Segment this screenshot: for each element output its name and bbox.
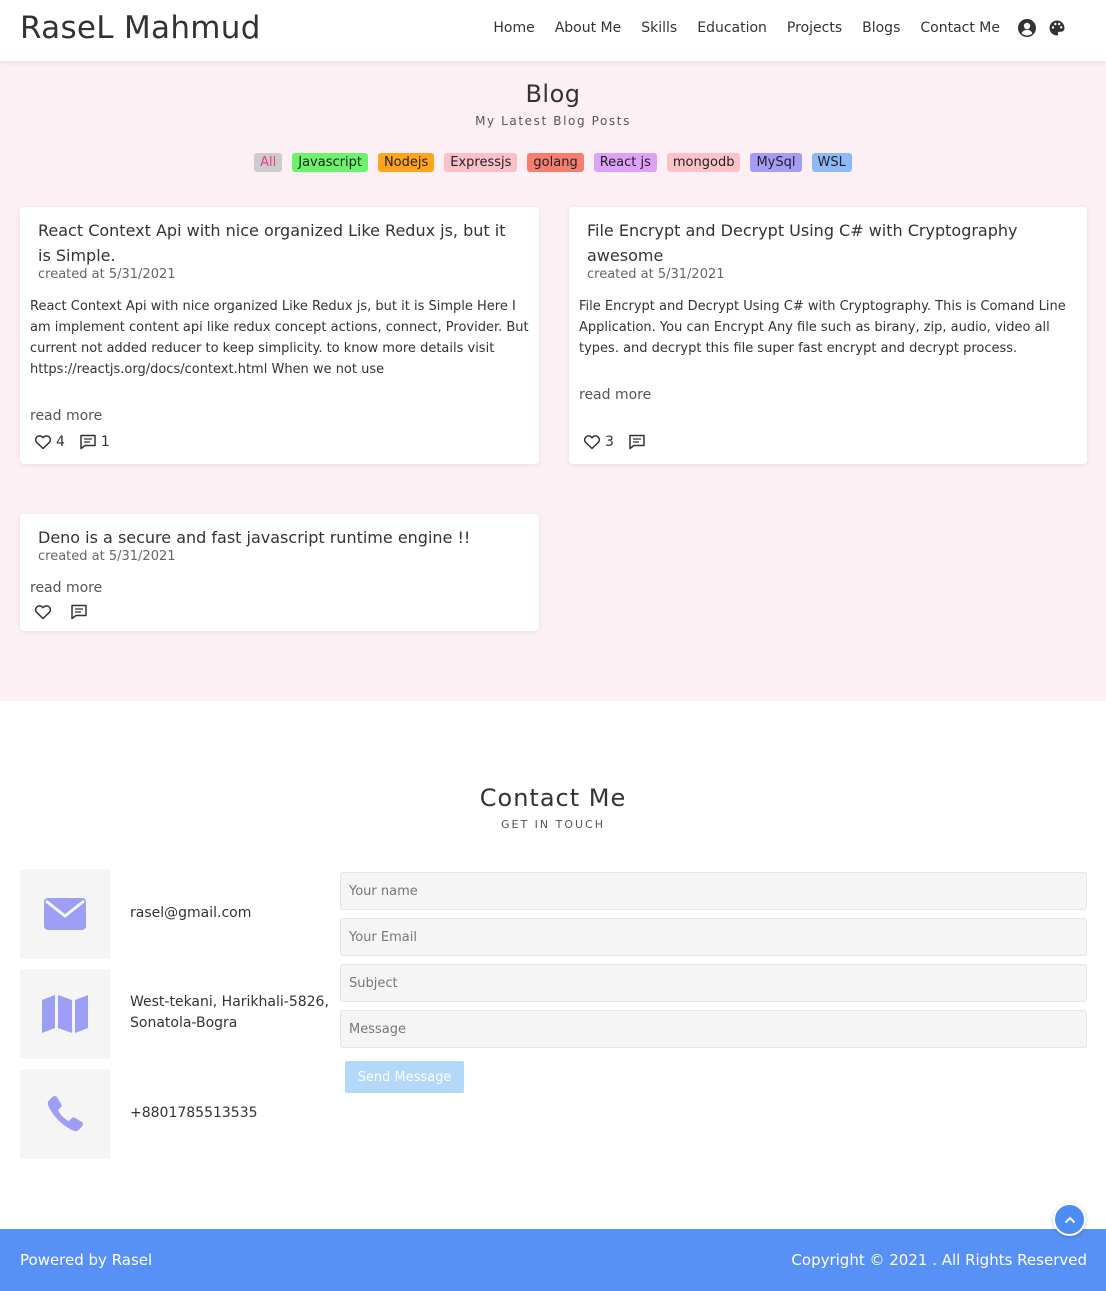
- site-footer: Powered by Rasel Copyright © 2021 . All …: [0, 1229, 1106, 1291]
- blog-subtitle: My Latest Blog Posts: [475, 114, 631, 128]
- nav-about[interactable]: About Me: [555, 20, 622, 36]
- read-more-link[interactable]: read more: [30, 408, 102, 424]
- blog-card-excerpt: React Context Api with nice organized Li…: [30, 299, 529, 377]
- user-circle-icon[interactable]: [1018, 19, 1036, 37]
- nav-skills[interactable]: Skills: [641, 20, 677, 36]
- nav-contact[interactable]: Contact Me: [920, 20, 1000, 36]
- footer-credit: Powered by Rasel: [20, 1251, 153, 1269]
- nav-education[interactable]: Education: [697, 20, 767, 36]
- heart-icon: [583, 435, 601, 450]
- palette-icon[interactable]: [1048, 19, 1066, 37]
- tag-filter[interactable]: MySql: [750, 153, 802, 172]
- like-button[interactable]: 4: [34, 434, 65, 450]
- nav-home[interactable]: Home: [493, 20, 534, 36]
- contact-title: Contact Me: [479, 784, 627, 812]
- blog-card-stats: [34, 604, 106, 620]
- site-header: RaseL Mahmud Home About Me Skills Educat…: [0, 0, 1106, 61]
- envelope-icon: [44, 898, 86, 930]
- main-nav: Home About Me Skills Education Projects …: [473, 19, 1066, 37]
- message-input[interactable]: [340, 1010, 1087, 1048]
- tag-filter[interactable]: All: [254, 153, 283, 172]
- contact-address: West-tekani, Harikhali-5826, Sonatola-Bo…: [130, 994, 329, 1031]
- blog-card: Deno is a secure and fast javascript run…: [20, 514, 539, 631]
- email-input[interactable]: [340, 918, 1087, 956]
- like-button[interactable]: [34, 604, 56, 620]
- blog-card-excerpt: File Encrypt and Decrypt Using C# with C…: [579, 299, 1066, 356]
- blog-card-title[interactable]: Deno is a secure and fast javascript run…: [38, 525, 519, 550]
- blog-section: Blog My Latest Blog Posts All Javascript…: [0, 61, 1106, 701]
- phone-icon: [47, 1096, 83, 1132]
- nav-projects[interactable]: Projects: [787, 20, 842, 36]
- scroll-to-top-button[interactable]: [1053, 1203, 1086, 1236]
- name-input[interactable]: [340, 872, 1087, 910]
- phone-info-box: [20, 1069, 110, 1159]
- blog-title: Blog: [525, 80, 581, 108]
- chevron-up-icon: [1064, 1216, 1075, 1223]
- tag-filter[interactable]: golang: [527, 153, 584, 172]
- contact-phone: +8801785513535: [130, 1105, 258, 1121]
- blog-card-date: created at 5/31/2021: [38, 549, 176, 564]
- comment-button[interactable]: 1: [79, 434, 110, 450]
- blog-card-title[interactable]: React Context Api with nice organized Li…: [38, 218, 519, 268]
- tag-filter-bar: All Javascript Nodejs Expressjs golang R…: [0, 153, 1106, 172]
- comment-icon: [80, 434, 96, 450]
- heart-icon: [34, 605, 52, 620]
- map-icon: [42, 995, 88, 1033]
- comment-button[interactable]: [70, 604, 92, 620]
- tag-filter[interactable]: mongodb: [666, 153, 741, 172]
- tag-filter[interactable]: React js: [593, 153, 657, 172]
- tag-filter[interactable]: Nodejs: [377, 153, 435, 172]
- like-count: 3: [605, 434, 614, 450]
- email-info-box: [20, 869, 110, 959]
- blog-card-title[interactable]: File Encrypt and Decrypt Using C# with C…: [587, 218, 1067, 268]
- nav-blogs[interactable]: Blogs: [862, 20, 900, 36]
- blog-card: React Context Api with nice organized Li…: [20, 207, 539, 464]
- like-count: 4: [56, 434, 65, 450]
- comment-count: 1: [100, 434, 110, 450]
- comment-icon: [629, 434, 645, 450]
- read-more-link[interactable]: read more: [579, 387, 651, 403]
- tag-filter[interactable]: WSL: [811, 153, 852, 172]
- comment-icon: [71, 604, 87, 620]
- subject-input[interactable]: [340, 964, 1087, 1002]
- send-message-button[interactable]: Send Message: [345, 1061, 464, 1093]
- tag-filter[interactable]: Expressjs: [444, 153, 518, 172]
- blog-card-stats: 4 1: [34, 434, 124, 450]
- read-more-link[interactable]: read more: [30, 580, 102, 596]
- blog-card: File Encrypt and Decrypt Using C# with C…: [569, 207, 1087, 464]
- footer-copyright: Copyright © 2021 . All Rights Reserved: [791, 1251, 1087, 1269]
- address-info-box: [20, 969, 110, 1059]
- brand-logo[interactable]: RaseL Mahmud: [20, 10, 261, 46]
- contact-subtitle: GET IN TOUCH: [500, 818, 606, 831]
- heart-icon: [34, 435, 52, 450]
- contact-email: rasel@gmail.com: [130, 905, 252, 921]
- blog-card-date: created at 5/31/2021: [587, 267, 725, 282]
- blog-card-date: created at 5/31/2021: [38, 267, 176, 282]
- comment-button[interactable]: [628, 434, 650, 450]
- like-button[interactable]: 3: [583, 434, 614, 450]
- blog-card-stats: 3: [583, 434, 664, 450]
- tag-filter[interactable]: Javascript: [292, 153, 368, 172]
